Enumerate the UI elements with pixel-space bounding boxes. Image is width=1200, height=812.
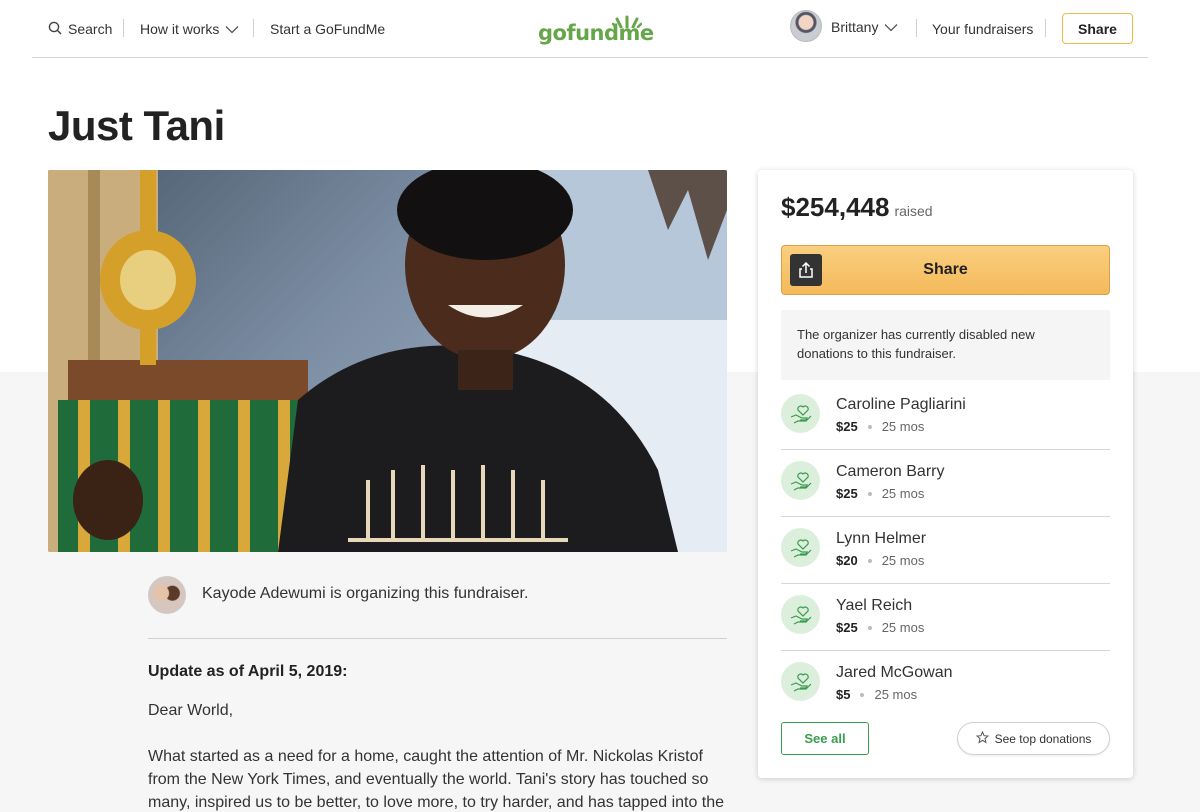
organizer-divider: [148, 638, 727, 639]
donation-panel: $254,448 raised Share The organizer has …: [758, 170, 1133, 778]
donor-list: Caroline Pagliarini $25 25 mos Cameron B…: [781, 383, 1110, 718]
nav-divider: [123, 19, 124, 37]
donor-amount: $25: [836, 486, 858, 501]
gofundme-logo[interactable]: gofundme: [538, 10, 654, 46]
donor-time: 25 mos: [874, 687, 918, 702]
raised-label: raised: [894, 203, 933, 219]
top-navigation: Search How it works Start a GoFundMe gof…: [32, 0, 1148, 58]
page-title: Just Tani: [48, 102, 225, 149]
raised-summary: $254,448 raised: [781, 192, 933, 223]
donor-name: Lynn Helmer: [836, 530, 927, 547]
donations-disabled-notice: The organizer has currently disabled new…: [781, 310, 1110, 380]
share-button-label: Share: [923, 261, 968, 278]
organizer-avatar[interactable]: [148, 576, 186, 614]
hero-illustration: [48, 170, 727, 552]
donor-meta: $5 25 mos: [836, 687, 917, 702]
your-fundraisers-link[interactable]: Your fundraisers: [932, 18, 1033, 40]
donor-meta: $25 25 mos: [836, 419, 924, 434]
separator-dot: [860, 692, 865, 697]
story-greeting: Dear World,: [148, 702, 234, 719]
donor-heart-hand-icon: [781, 595, 820, 634]
user-menu[interactable]: Brittany: [831, 16, 898, 38]
share-upload-icon: [790, 254, 822, 286]
donor-heart-hand-icon: [781, 662, 820, 701]
donor-item: Caroline Pagliarini $25 25 mos: [781, 383, 1110, 450]
how-it-works-menu[interactable]: How it works: [140, 18, 239, 40]
your-fundraisers-label: Your fundraisers: [932, 21, 1034, 37]
start-gofundme-label: Start a GoFundMe: [270, 21, 386, 37]
how-it-works-label: How it works: [140, 21, 220, 37]
see-top-donations-label: See top donations: [994, 731, 1092, 746]
search-label: Search: [68, 21, 113, 37]
donor-amount: $25: [836, 620, 858, 635]
donor-meta: $25 25 mos: [836, 486, 924, 501]
donor-time: 25 mos: [881, 486, 925, 501]
logo-text: gofundme: [538, 21, 654, 45]
start-gofundme-link[interactable]: Start a GoFundMe: [270, 18, 385, 40]
donor-item: Jared McGowan $5 25 mos: [781, 651, 1110, 718]
share-button[interactable]: Share: [781, 245, 1110, 295]
see-top-donations-button[interactable]: See top donations: [957, 722, 1110, 755]
story-paragraph: What started as a need for a home, caugh…: [148, 748, 725, 811]
donor-item: Yael Reich $25 25 mos: [781, 584, 1110, 651]
separator-dot: [867, 424, 872, 429]
donor-amount: $5: [836, 687, 851, 702]
donor-amount: $25: [836, 419, 858, 434]
donor-item: Cameron Barry $25 25 mos: [781, 450, 1110, 517]
nav-divider: [1045, 19, 1046, 37]
organizer-text: Kayode Adewumi is organizing this fundra…: [202, 585, 529, 602]
donor-meta: $20 25 mos: [836, 553, 924, 568]
campaign-hero-image: [48, 170, 727, 552]
search-icon: [48, 21, 62, 38]
donor-name: Jared McGowan: [836, 664, 953, 681]
star-icon: [975, 730, 989, 747]
donor-heart-hand-icon: [781, 528, 820, 567]
user-name: Brittany: [831, 19, 879, 35]
donor-heart-hand-icon: [781, 394, 820, 433]
separator-dot: [867, 491, 872, 496]
donor-heart-hand-icon: [781, 461, 820, 500]
donor-time: 25 mos: [881, 620, 925, 635]
raised-amount: $254,448: [781, 192, 890, 222]
separator-dot: [867, 625, 872, 630]
donor-name: Caroline Pagliarini: [836, 396, 966, 413]
donor-name: Cameron Barry: [836, 463, 945, 480]
nav-divider: [253, 19, 254, 37]
chevron-down-icon: [884, 19, 898, 35]
search-link[interactable]: Search: [48, 18, 112, 40]
story-update-heading: Update as of April 5, 2019:: [148, 663, 348, 680]
user-avatar[interactable]: [790, 10, 822, 42]
story-section: Update as of April 5, 2019: Dear World, …: [148, 663, 728, 812]
donor-amount: $20: [836, 553, 858, 568]
donor-time: 25 mos: [881, 419, 925, 434]
donor-name: Yael Reich: [836, 597, 913, 614]
header-share-button[interactable]: Share: [1062, 13, 1133, 44]
chevron-down-icon: [225, 21, 239, 37]
donor-item: Lynn Helmer $20 25 mos: [781, 517, 1110, 584]
nav-divider: [916, 19, 917, 37]
donor-time: 25 mos: [881, 553, 925, 568]
donor-meta: $25 25 mos: [836, 620, 924, 635]
see-all-button[interactable]: See all: [781, 722, 869, 755]
separator-dot: [867, 558, 872, 563]
